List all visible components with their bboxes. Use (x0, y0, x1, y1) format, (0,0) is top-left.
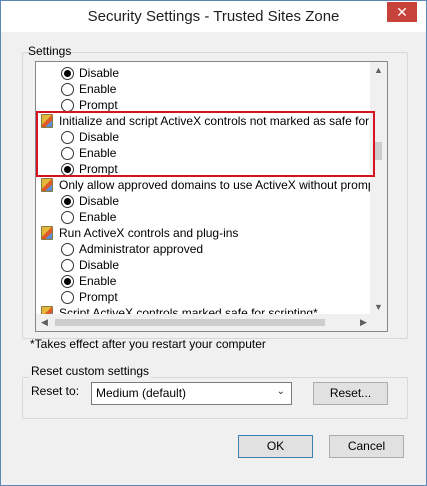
scroll-left-icon[interactable]: ◀ (36, 314, 53, 331)
setting-category-label: Initialize and script ActiveX controls n… (59, 114, 372, 128)
title-bar[interactable]: Security Settings - Trusted Sites Zone ✕ (1, 1, 426, 32)
reset-level-select[interactable]: Medium (default) ⌄ (91, 382, 292, 405)
radio-button[interactable] (61, 99, 74, 112)
radio-button[interactable] (61, 275, 74, 288)
reset-to-label: Reset to: (31, 384, 80, 398)
settings-rows: Disable Enable Prompt Initialize and script… (36, 62, 372, 316)
chevron-down-icon: ⌄ (276, 386, 285, 397)
scrollbar-corner (370, 314, 387, 331)
setting-option-label: Enable (79, 274, 117, 288)
close-button[interactable]: ✕ (387, 2, 417, 22)
setting-option-label: Disable (79, 66, 120, 80)
setting-option-label: Prompt (79, 162, 118, 176)
radio-button[interactable] (61, 195, 74, 208)
settings-label: Settings (28, 44, 72, 58)
radio-button[interactable] (61, 67, 74, 80)
radio-button[interactable] (61, 211, 74, 224)
setting-option-label: Prompt (79, 290, 118, 304)
horizontal-scroll-thumb[interactable] (55, 319, 325, 326)
security-settings-dialog: Security Settings - Trusted Sites Zone ✕… (0, 0, 427, 486)
setting-category-label: Only allow approved domains to use Activ… (59, 178, 372, 192)
setting-category-icon (41, 178, 53, 192)
setting-option-label: Enable (79, 82, 117, 96)
radio-button[interactable] (61, 259, 74, 272)
vertical-scroll-thumb[interactable] (374, 142, 382, 160)
horizontal-scrollbar[interactable]: ◀ ▶ (36, 314, 372, 331)
window-title: Security Settings - Trusted Sites Zone (87, 8, 340, 25)
radio-button[interactable] (61, 147, 74, 160)
reset-button[interactable]: Reset... (313, 382, 388, 405)
scroll-up-icon[interactable]: ▲ (370, 62, 387, 79)
setting-category-label: Run ActiveX controls and plug-ins (59, 226, 239, 240)
radio-button[interactable] (61, 131, 74, 144)
radio-button[interactable] (61, 163, 74, 176)
setting-option-label: Disable (79, 258, 120, 272)
radio-button[interactable] (61, 243, 74, 256)
setting-option-label: Disable (79, 130, 120, 144)
settings-list[interactable]: Disable Enable Prompt Initialize and script… (35, 61, 388, 332)
radio-button[interactable] (61, 83, 74, 96)
cancel-button[interactable]: Cancel (329, 435, 404, 458)
setting-option-label: Disable (79, 194, 120, 208)
setting-option-label: Enable (79, 210, 117, 224)
setting-category-icon (41, 114, 53, 128)
vertical-scrollbar[interactable]: ▲ ▼ (370, 62, 387, 316)
setting-option-label: Prompt (79, 98, 118, 112)
restart-note: *Takes effect after you restart your com… (30, 337, 266, 351)
ok-button[interactable]: OK (238, 435, 313, 458)
setting-option-label: Enable (79, 146, 117, 160)
setting-option-label: Administrator approved (79, 242, 204, 256)
reset-group-label: Reset custom settings (29, 364, 152, 378)
radio-button[interactable] (61, 291, 74, 304)
reset-level-value: Medium (default) (96, 386, 187, 400)
setting-category-icon (41, 226, 53, 240)
